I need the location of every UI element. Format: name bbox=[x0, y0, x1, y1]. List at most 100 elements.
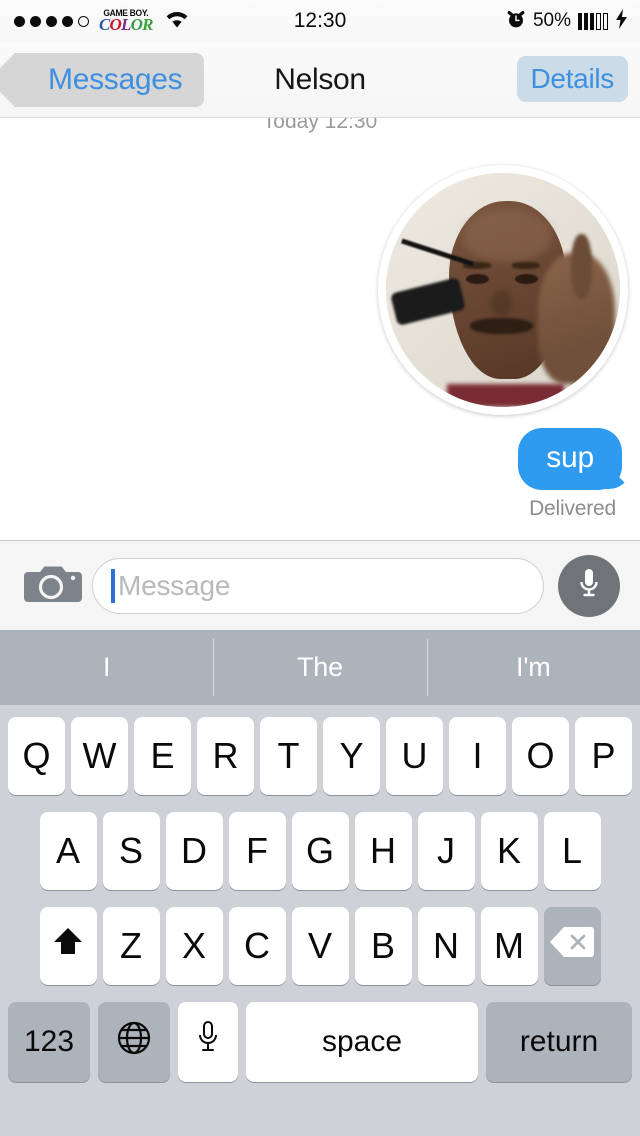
key-label: B bbox=[370, 925, 395, 966]
key-label: space bbox=[321, 1025, 403, 1058]
keyboard-row-1: Q W E R T Y U I O P bbox=[0, 717, 640, 795]
key-e[interactable]: E bbox=[134, 717, 191, 795]
space-key[interactable]: space bbox=[246, 1002, 478, 1082]
details-button-label: Details bbox=[530, 63, 615, 94]
keyboard-row-4: 123 space return bbox=[0, 1002, 640, 1082]
suggestion-label: The bbox=[297, 652, 343, 682]
outgoing-message-group: sup Delivered bbox=[518, 428, 622, 521]
key-f[interactable]: F bbox=[228, 812, 286, 890]
key-r[interactable]: R bbox=[197, 717, 254, 795]
message-bubble[interactable]: sup bbox=[518, 428, 622, 490]
battery-bar-empty bbox=[596, 12, 601, 30]
camera-button[interactable] bbox=[22, 562, 84, 610]
key-t[interactable]: T bbox=[260, 717, 317, 795]
key-u[interactable]: U bbox=[386, 717, 443, 795]
key-label: G bbox=[305, 830, 334, 871]
photo-finger bbox=[570, 233, 592, 300]
key-k[interactable]: K bbox=[480, 812, 538, 890]
predictive-text-bar: I The I'm bbox=[0, 630, 640, 705]
key-c[interactable]: C bbox=[228, 907, 286, 985]
key-g[interactable]: G bbox=[291, 812, 349, 890]
globe-key[interactable] bbox=[98, 1002, 170, 1082]
shift-key[interactable] bbox=[39, 907, 97, 985]
suggestion-label: I'm bbox=[516, 652, 551, 682]
battery-bar-filled bbox=[584, 12, 588, 30]
message-text: sup bbox=[546, 441, 594, 474]
key-label: C bbox=[244, 925, 270, 966]
battery-bar-filled bbox=[578, 12, 582, 30]
microphone-icon bbox=[195, 1020, 221, 1065]
key-label: P bbox=[591, 735, 616, 776]
key-h[interactable]: H bbox=[354, 812, 412, 890]
keyboard-row-3: Z X C V B N M bbox=[0, 907, 640, 985]
keyboard-row-2: A S D F G H J K L bbox=[0, 812, 640, 890]
key-p[interactable]: P bbox=[575, 717, 632, 795]
key-q[interactable]: Q bbox=[8, 717, 65, 795]
key-l[interactable]: L bbox=[543, 812, 601, 890]
message-input-field[interactable]: Message bbox=[92, 557, 544, 614]
key-a[interactable]: A bbox=[39, 812, 97, 890]
return-key[interactable]: return bbox=[486, 1002, 632, 1082]
message-input-bar: Message bbox=[0, 540, 640, 630]
battery-bar-filled bbox=[590, 12, 594, 30]
key-label: I bbox=[472, 735, 483, 776]
numbers-key[interactable]: 123 bbox=[8, 1002, 90, 1082]
key-label: W bbox=[82, 735, 117, 776]
photo-shirt bbox=[446, 383, 564, 407]
dictation-key[interactable] bbox=[178, 1002, 238, 1082]
audio-message-button[interactable] bbox=[558, 554, 620, 617]
backspace-delete-icon bbox=[549, 925, 595, 968]
key-label: U bbox=[401, 735, 428, 776]
backspace-key[interactable] bbox=[543, 907, 601, 985]
globe-language-icon bbox=[115, 1019, 153, 1066]
details-button[interactable]: Details bbox=[516, 56, 628, 102]
key-label: L bbox=[561, 830, 583, 871]
key-w[interactable]: W bbox=[71, 717, 128, 795]
suggestion-label: I bbox=[103, 652, 111, 682]
photo-eye-right bbox=[514, 273, 539, 285]
key-label: E bbox=[150, 735, 175, 776]
key-label: O bbox=[526, 735, 555, 776]
key-x[interactable]: X bbox=[165, 907, 223, 985]
suggestion-1[interactable]: I bbox=[0, 630, 213, 705]
photo-mouth bbox=[470, 318, 534, 335]
message-placeholder: Message bbox=[118, 569, 231, 601]
status-bar-right: 50% bbox=[506, 0, 628, 42]
key-label: V bbox=[307, 925, 332, 966]
conversation-transcript[interactable]: Today 12:30 sup Delivered bbox=[0, 118, 640, 540]
battery-percent-label: 50% bbox=[532, 10, 571, 31]
key-b[interactable]: B bbox=[354, 907, 412, 985]
key-d[interactable]: D bbox=[165, 812, 223, 890]
key-j[interactable]: J bbox=[417, 812, 475, 890]
circular-photo-message[interactable] bbox=[378, 165, 628, 415]
key-label: D bbox=[181, 830, 207, 871]
lightning-bolt-icon bbox=[615, 8, 628, 34]
camera-icon bbox=[24, 561, 82, 610]
key-label: K bbox=[496, 830, 521, 871]
key-i[interactable]: I bbox=[449, 717, 506, 795]
key-n[interactable]: N bbox=[417, 907, 475, 985]
key-v[interactable]: V bbox=[291, 907, 349, 985]
key-label: A bbox=[55, 830, 80, 871]
key-z[interactable]: Z bbox=[102, 907, 160, 985]
key-y[interactable]: Y bbox=[323, 717, 380, 795]
battery-bar-empty bbox=[603, 12, 608, 30]
key-label: F bbox=[246, 830, 268, 871]
key-label: Q bbox=[22, 735, 51, 776]
key-label: X bbox=[181, 925, 206, 966]
microphone-icon bbox=[574, 564, 604, 607]
key-label: return bbox=[519, 1025, 599, 1058]
key-o[interactable]: O bbox=[512, 717, 569, 795]
key-label: M bbox=[494, 925, 524, 966]
photo-thumbnail bbox=[386, 173, 620, 407]
suggestion-2[interactable]: The bbox=[213, 630, 426, 705]
key-label: S bbox=[118, 830, 143, 871]
key-label: T bbox=[277, 735, 300, 776]
key-s[interactable]: S bbox=[102, 812, 160, 890]
key-m[interactable]: M bbox=[480, 907, 538, 985]
suggestion-3[interactable]: I'm bbox=[426, 630, 640, 705]
key-label: Y bbox=[339, 735, 364, 776]
photo-eye-left bbox=[465, 273, 489, 285]
text-cursor bbox=[111, 568, 115, 603]
key-label: H bbox=[370, 830, 396, 871]
